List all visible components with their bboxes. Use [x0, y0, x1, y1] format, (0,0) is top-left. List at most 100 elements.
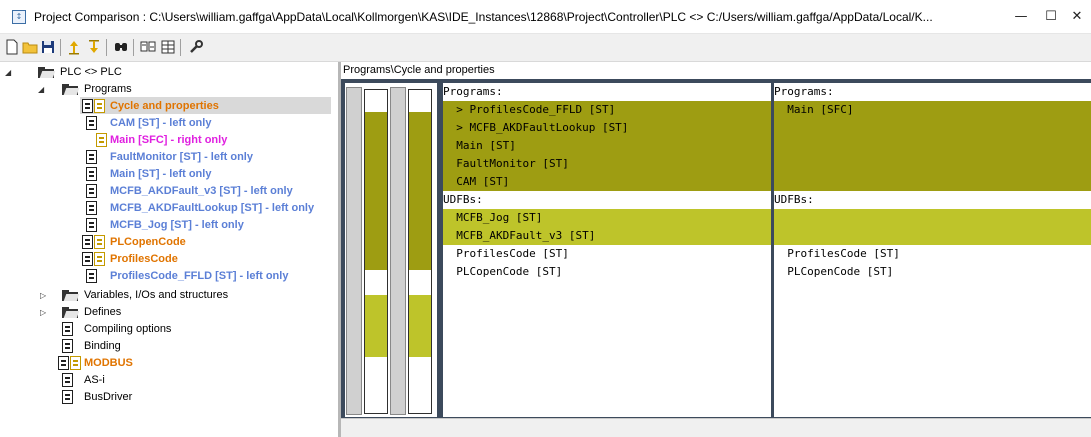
toolbar-separator — [106, 39, 107, 56]
tree-item-binding[interactable]: Binding — [0, 338, 338, 355]
code-line — [774, 209, 1091, 227]
compare-path: Programs\Cycle and properties — [341, 62, 1091, 79]
tree-item-profilescode[interactable]: ProfilesCode — [0, 251, 338, 268]
tree-item-main-sfc[interactable]: Main [SFC] - right only — [0, 132, 338, 149]
status-strip — [341, 418, 1091, 437]
document-icon — [94, 99, 105, 113]
tree-item-profilescode-ffld[interactable]: ProfilesCode_FFLD [ST] - left only — [0, 268, 338, 285]
toolbar-separator — [133, 39, 134, 56]
code-line — [774, 155, 1091, 173]
code-line: > MCFB_AKDFaultLookup [ST] — [443, 119, 771, 137]
toolbar-separator — [60, 39, 61, 56]
tree-item-faultmonitor-st[interactable]: FaultMonitor [ST] - left only — [0, 149, 338, 166]
tree-item-label: Compiling options — [84, 323, 172, 335]
tree-item-busdriver[interactable]: BusDriver — [0, 389, 338, 406]
tree-item-compiling-options[interactable]: Compiling options — [0, 321, 338, 338]
tree-item-modbus[interactable]: MODBUS — [0, 355, 338, 372]
edit-document-icon — [62, 322, 73, 336]
code-line: FaultMonitor [ST] — [443, 155, 771, 173]
tree-folder-label: Defines — [84, 306, 122, 318]
grid-icon[interactable] — [160, 39, 176, 55]
code-line — [774, 119, 1091, 137]
folder-open-icon — [62, 307, 80, 318]
document-icon — [86, 218, 97, 232]
document-icon — [86, 116, 97, 130]
tree-item-label: MCFB_AKDFaultLookup [ST] - left only — [110, 202, 315, 214]
code-line: MCFB_AKDFault_v3 [ST] — [443, 227, 771, 245]
folder-open-icon — [38, 67, 56, 78]
document-icon — [86, 167, 97, 181]
code-line: ProfilesCode [ST] — [774, 247, 900, 260]
overview-changed-block — [409, 112, 431, 270]
tree-item-cam-st[interactable]: CAM [ST] - left only — [0, 115, 338, 132]
code-line: ProfilesCode [ST] — [443, 247, 569, 260]
next-difference-icon[interactable] — [86, 39, 102, 55]
tree-item-label: Binding — [84, 340, 121, 352]
code-line: MCFB_Jog [ST] — [443, 209, 771, 227]
tree-item-mcfb-akdfault-v3[interactable]: MCFB_AKDFault_v3 [ST] - left only — [0, 183, 338, 200]
tree-item-cycle-and-properties[interactable]: Cycle and properties — [0, 98, 338, 115]
toolbar — [0, 34, 1091, 62]
close-button[interactable]: ✕ — [1063, 0, 1091, 34]
tree-item-label: Main [SFC] - right only — [110, 134, 228, 146]
overview-scroll-strip[interactable] — [346, 87, 362, 415]
code-line: CAM [ST] — [443, 173, 771, 191]
overview-left-column — [364, 89, 388, 414]
save-icon[interactable] — [40, 39, 56, 55]
tree-item-label: CAM [ST] - left only — [110, 117, 212, 129]
folder-open-icon — [62, 290, 80, 301]
document-icon — [86, 269, 97, 283]
code-line — [774, 137, 1091, 155]
open-folder-icon[interactable] — [22, 39, 38, 55]
code-line: Programs: — [774, 85, 834, 98]
tree-item-label: ProfilesCode — [110, 253, 178, 265]
expand-arrow-icon[interactable]: ▷ — [40, 304, 50, 321]
difference-overview[interactable] — [345, 83, 437, 417]
tree-item-plcopencode[interactable]: PLCopenCode — [0, 234, 338, 251]
app-icon: ↕ — [12, 10, 26, 24]
code-line: UDFBs: — [443, 193, 483, 206]
tree-item-label: MODBUS — [84, 357, 133, 369]
tree-folder-label: Variables, I/Os and structures — [84, 289, 229, 301]
tree-root[interactable]: ◢ PLC <> PLC — [0, 64, 338, 81]
project-tree: ◢ PLC <> PLC ◢ Programs Cycle and proper… — [0, 62, 341, 437]
document-icon — [96, 133, 107, 147]
overview-changed-block — [365, 295, 387, 357]
previous-difference-icon[interactable] — [66, 39, 82, 55]
tree-folder-label: Programs — [84, 83, 132, 95]
compare-icon[interactable] — [140, 39, 156, 55]
collapse-arrow-icon[interactable]: ◢ — [38, 81, 48, 98]
tree-item-label: PLCopenCode — [110, 236, 186, 248]
tree-item-mcfb-jog[interactable]: MCFB_Jog [ST] - left only — [0, 217, 338, 234]
tree-item-main-st[interactable]: Main [ST] - left only — [0, 166, 338, 183]
code-line — [774, 227, 1091, 245]
document-icon — [86, 150, 97, 164]
folder-open-icon — [62, 84, 80, 95]
left-code-pane[interactable]: Programs: > ProfilesCode_FFLD [ST] > MCF… — [443, 83, 771, 417]
tree-item-as-i[interactable]: AS-i — [0, 372, 338, 389]
right-code-pane[interactable]: Programs: Main [SFC] UDFBs: ProfilesCode… — [774, 83, 1091, 417]
code-line: PLCopenCode [ST] — [443, 265, 563, 278]
tree-item-label: Cycle and properties — [110, 100, 219, 112]
tree-folder-defines[interactable]: ▷ Defines — [0, 304, 338, 321]
tree-item-label: Main [ST] - left only — [110, 168, 212, 180]
expand-arrow-icon[interactable]: ▷ — [40, 287, 50, 304]
collapse-arrow-icon[interactable]: ◢ — [5, 64, 15, 81]
new-icon[interactable] — [4, 39, 20, 55]
tree-root-label: PLC <> PLC — [60, 66, 122, 78]
find-icon[interactable] — [113, 39, 129, 55]
tree-item-label: MCFB_AKDFault_v3 [ST] - left only — [110, 185, 293, 197]
edit-document-icon — [62, 373, 73, 387]
settings-wrench-icon[interactable] — [188, 39, 204, 55]
comparison-view: Programs: > ProfilesCode_FFLD [ST] > MCF… — [341, 79, 1091, 418]
code-line: UDFBs: — [774, 193, 814, 206]
tree-item-mcfb-akdfaultlookup[interactable]: MCFB_AKDFaultLookup [ST] - left only — [0, 200, 338, 217]
document-icon — [82, 252, 93, 266]
window-title: Project Comparison : C:\Users\william.ga… — [34, 10, 933, 24]
tree-folder-variables[interactable]: ▷ Variables, I/Os and structures — [0, 287, 338, 304]
document-icon — [86, 184, 97, 198]
document-icon — [82, 235, 93, 249]
tree-folder-programs[interactable]: ◢ Programs — [0, 81, 338, 98]
title-bar: ↕ Project Comparison : C:\Users\william.… — [0, 0, 1091, 34]
code-line: Programs: — [443, 85, 503, 98]
